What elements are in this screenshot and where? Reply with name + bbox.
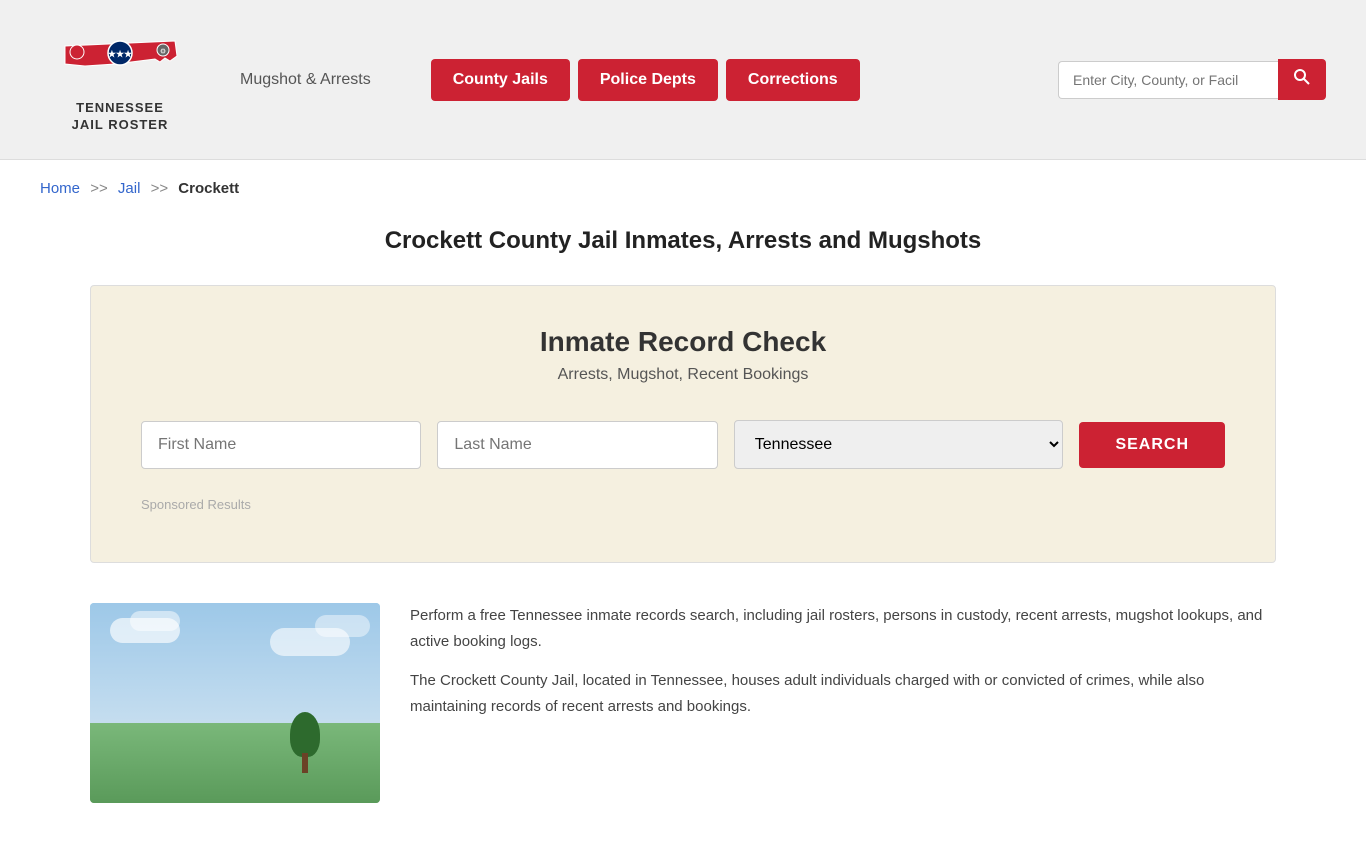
sponsored-label: Sponsored Results [141,497,1225,512]
first-name-input[interactable] [141,421,421,469]
svg-text:⚙: ⚙ [160,47,166,55]
state-select[interactable]: Tennessee Alabama Alaska Arizona Arkansa… [734,420,1064,469]
content-text: Perform a free Tennessee inmate records … [410,603,1276,803]
corrections-button[interactable]: Corrections [726,59,860,101]
breadcrumb-sep2: >> [151,180,169,197]
header-search [1058,59,1326,100]
record-search-button[interactable]: SEARCH [1079,422,1225,468]
breadcrumb-home-link[interactable]: Home [40,180,80,197]
cloud2 [130,611,180,631]
content-section: Perform a free Tennessee inmate records … [0,603,1366,843]
logo-area: ★★★ ⚙ TENNESSEE JAIL ROSTER [40,26,200,134]
breadcrumb: Home >> Jail >> Crockett [0,160,1366,217]
nav-buttons: County Jails Police Depts Corrections [431,59,860,101]
search-button[interactable] [1278,59,1326,100]
breadcrumb-current: Crockett [178,180,239,197]
tree-graphic [290,713,320,773]
content-image [90,603,380,803]
county-jails-button[interactable]: County Jails [431,59,570,101]
police-depts-button[interactable]: Police Depts [578,59,718,101]
mugshot-arrests-link[interactable]: Mugshot & Arrests [240,71,371,89]
page-title: Crockett County Jail Inmates, Arrests an… [0,217,1366,285]
breadcrumb-jail-link[interactable]: Jail [118,180,141,197]
site-header: ★★★ ⚙ TENNESSEE JAIL ROSTER Mugshot & Ar… [0,0,1366,160]
record-check-section: Inmate Record Check Arrests, Mugshot, Re… [90,285,1276,563]
svg-text:★★★: ★★★ [108,49,133,59]
ground-bg [90,723,380,803]
logo-text: TENNESSEE JAIL ROSTER [72,100,169,134]
logo-image: ★★★ ⚙ [55,26,185,96]
cloud4 [315,615,370,637]
content-para2: The Crockett County Jail, located in Ten… [410,668,1276,719]
last-name-input[interactable] [437,421,717,469]
record-check-title: Inmate Record Check [141,326,1225,358]
search-input[interactable] [1058,61,1278,99]
breadcrumb-sep1: >> [90,180,108,197]
record-check-subtitle: Arrests, Mugshot, Recent Bookings [141,366,1225,384]
record-check-form: Tennessee Alabama Alaska Arizona Arkansa… [141,420,1225,469]
content-para1: Perform a free Tennessee inmate records … [410,603,1276,654]
